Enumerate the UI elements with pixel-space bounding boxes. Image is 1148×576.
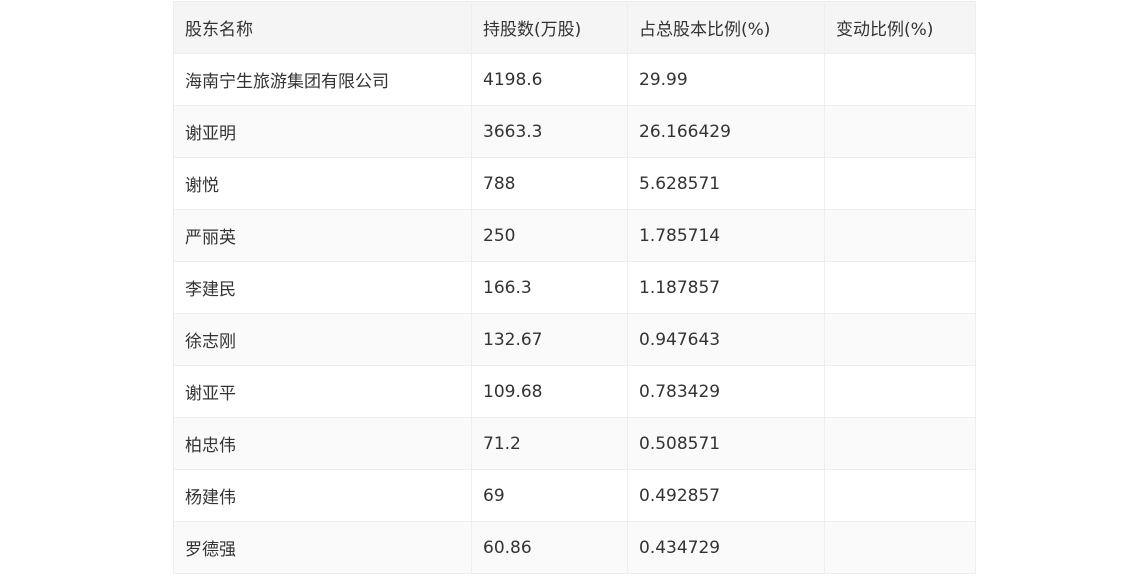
header-share-ratio: 占总股本比例(%) [627,1,825,54]
cell-shares-held: 60.86 [471,521,628,574]
table-row: 谢亚平 109.68 0.783429 [173,365,976,418]
table-row: 严丽英 250 1.785714 [173,209,976,262]
cell-shares-held: 788 [471,157,628,210]
cell-shares-held: 166.3 [471,261,628,314]
cell-share-ratio: 0.947643 [627,313,825,366]
cell-shareholder-name: 海南宁生旅游集团有限公司 [173,53,472,106]
cell-change-ratio [824,53,976,106]
cell-shareholder-name: 谢亚明 [173,105,472,158]
cell-shares-held: 3663.3 [471,105,628,158]
cell-share-ratio: 29.99 [627,53,825,106]
cell-change-ratio [824,521,976,574]
cell-shareholder-name: 罗德强 [173,521,472,574]
cell-change-ratio [824,105,976,158]
header-shareholder-name: 股东名称 [173,1,472,54]
table-row: 海南宁生旅游集团有限公司 4198.6 29.99 [173,53,976,106]
cell-share-ratio: 26.166429 [627,105,825,158]
cell-shares-held: 71.2 [471,417,628,470]
header-shares-held: 持股数(万股) [471,1,628,54]
table-row: 柏忠伟 71.2 0.508571 [173,417,976,470]
cell-share-ratio: 1.785714 [627,209,825,262]
cell-shareholder-name: 杨建伟 [173,469,472,522]
cell-share-ratio: 5.628571 [627,157,825,210]
shareholder-table-container: 股东名称 持股数(万股) 占总股本比例(%) 变动比例(%) 海南宁生旅游集团有… [173,1,976,574]
cell-change-ratio [824,417,976,470]
cell-share-ratio: 0.492857 [627,469,825,522]
cell-shareholder-name: 谢亚平 [173,365,472,418]
cell-share-ratio: 1.187857 [627,261,825,314]
table-row: 徐志刚 132.67 0.947643 [173,313,976,366]
table-header: 股东名称 持股数(万股) 占总股本比例(%) 变动比例(%) [173,1,976,54]
cell-shareholder-name: 严丽英 [173,209,472,262]
cell-shares-held: 4198.6 [471,53,628,106]
cell-shares-held: 109.68 [471,365,628,418]
table-row: 谢悦 788 5.628571 [173,157,976,210]
cell-change-ratio [824,209,976,262]
header-row: 股东名称 持股数(万股) 占总股本比例(%) 变动比例(%) [173,1,976,54]
cell-share-ratio: 0.783429 [627,365,825,418]
header-change-ratio: 变动比例(%) [824,1,976,54]
cell-shareholder-name: 谢悦 [173,157,472,210]
cell-change-ratio [824,313,976,366]
cell-share-ratio: 0.508571 [627,417,825,470]
table-row: 杨建伟 69 0.492857 [173,469,976,522]
table-row: 谢亚明 3663.3 26.166429 [173,105,976,158]
cell-share-ratio: 0.434729 [627,521,825,574]
cell-change-ratio [824,469,976,522]
cell-change-ratio [824,365,976,418]
table-body: 海南宁生旅游集团有限公司 4198.6 29.99 谢亚明 3663.3 26.… [173,53,976,574]
cell-shareholder-name: 徐志刚 [173,313,472,366]
cell-change-ratio [824,261,976,314]
table-row: 罗德强 60.86 0.434729 [173,521,976,574]
cell-shareholder-name: 李建民 [173,261,472,314]
table-row: 李建民 166.3 1.187857 [173,261,976,314]
cell-shares-held: 132.67 [471,313,628,366]
shareholder-table: 股东名称 持股数(万股) 占总股本比例(%) 变动比例(%) 海南宁生旅游集团有… [173,1,976,574]
cell-change-ratio [824,157,976,210]
cell-shares-held: 69 [471,469,628,522]
cell-shareholder-name: 柏忠伟 [173,417,472,470]
cell-shares-held: 250 [471,209,628,262]
